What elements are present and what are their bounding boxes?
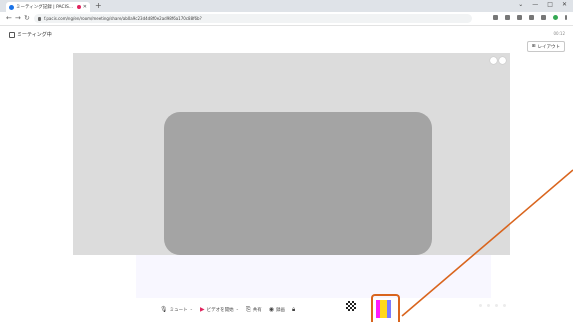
recording-dot-icon <box>76 5 81 9</box>
back-icon[interactable]: ← <box>6 14 12 22</box>
layout-button-label: レイアウト <box>537 44 561 50</box>
lock-button[interactable]: 🔒︎ <box>292 307 295 313</box>
browser-tab-bar: ミーティング記録 | PACIS... ✕ + ⌄ — □ ✕ <box>0 0 573 12</box>
record-button[interactable]: ◉ 録画 <box>268 306 286 314</box>
app-brand: ミーティング中 <box>9 31 52 38</box>
minimize-icon[interactable]: — <box>532 1 538 8</box>
participants-icon[interactable] <box>487 304 490 307</box>
share-panel-controls <box>490 57 506 64</box>
record-label: 録画 <box>276 308 286 313</box>
chevron-up-icon[interactable]: ⌃ <box>190 308 193 313</box>
checker-pattern-icon <box>346 301 356 311</box>
app-header: ミーティング中 00:12 ⊞ レイアウト <box>0 26 573 54</box>
forward-icon[interactable]: → <box>15 14 21 22</box>
tab-search-icon[interactable]: ⌄ <box>518 1 523 8</box>
extension-icon[interactable] <box>517 15 522 20</box>
reactions-icon[interactable] <box>495 304 498 307</box>
participant-video-tile[interactable] <box>164 112 432 255</box>
url-text: f.pacis.com/ng/en/room/meeting/share/ab0… <box>44 16 202 21</box>
mute-button[interactable]: 🎙︎ ミュート ⌃ <box>160 306 193 314</box>
new-tab-button[interactable]: + <box>95 1 102 10</box>
right-toolbar <box>479 304 506 307</box>
layout-button[interactable]: ⊞ レイアウト <box>526 41 565 52</box>
favicon-icon <box>9 4 14 10</box>
extensions-row <box>493 15 567 20</box>
record-icon: ◉ <box>268 306 275 313</box>
highlight-annotation-box <box>371 294 400 322</box>
url-field[interactable]: f.pacis.com/ng/en/room/meeting/share/ab0… <box>34 14 472 23</box>
app-title: ミーティング中 <box>17 32 52 38</box>
close-tab-icon[interactable]: ✕ <box>83 4 87 10</box>
meeting-icon <box>9 31 15 38</box>
profile-avatar-icon[interactable] <box>553 15 558 20</box>
more-options-icon[interactable] <box>499 57 506 64</box>
maximize-icon[interactable]: □ <box>547 1 553 8</box>
reload-icon[interactable]: ↻ <box>24 14 30 22</box>
menu-icon[interactable] <box>565 15 567 20</box>
browser-tab[interactable]: ミーティング記録 | PACIS... ✕ <box>6 2 90 12</box>
window-controls: ⌄ — □ ✕ <box>518 1 567 8</box>
share-button[interactable]: ⎘ 共有 <box>245 306 262 314</box>
lock-icon: 🔒︎ <box>292 306 296 313</box>
close-window-icon[interactable]: ✕ <box>562 1 567 8</box>
mute-label: ミュート <box>169 308 188 313</box>
video-off-icon: ▶ <box>199 306 205 313</box>
sidepanel-icon[interactable] <box>529 15 534 20</box>
meeting-timer: 00:12 <box>553 31 565 36</box>
tab-title: ミーティング記録 | PACIS... <box>16 5 74 10</box>
grid-icon: ⊞ <box>531 44 536 49</box>
address-bar: ← → ↻ f.pacis.com/ng/en/room/meeting/sha… <box>0 12 573 26</box>
lock-icon <box>38 16 41 21</box>
chevron-up-icon[interactable]: ⌃ <box>236 308 239 313</box>
share-label: 共有 <box>252 308 262 313</box>
bookmark-icon[interactable] <box>505 15 510 20</box>
tab-icon[interactable] <box>541 15 546 20</box>
share-page-icon[interactable] <box>493 15 498 20</box>
share-screen-icon: ⎘ <box>245 306 251 313</box>
video-label: ビデオを開始 <box>206 308 234 313</box>
microphone-icon: 🎙︎ <box>160 306 168 313</box>
more-icon[interactable] <box>503 304 506 307</box>
pin-icon[interactable] <box>490 57 497 64</box>
video-start-button[interactable]: ▶ ビデオを開始 ⌃ <box>199 306 239 314</box>
chat-icon[interactable] <box>479 304 482 307</box>
